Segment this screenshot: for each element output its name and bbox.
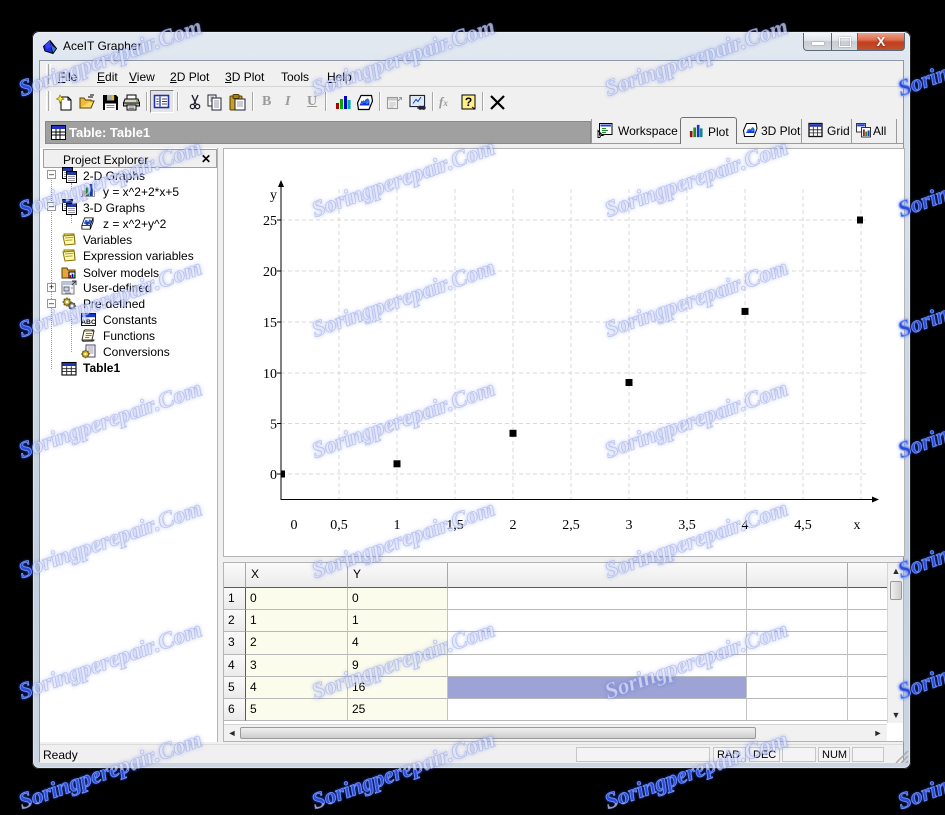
svg-text:2: 2 bbox=[510, 518, 517, 533]
svg-text:1,5: 1,5 bbox=[446, 518, 464, 533]
svg-text:25: 25 bbox=[263, 214, 277, 229]
svg-text:3,5: 3,5 bbox=[678, 518, 696, 533]
svg-text:y: y bbox=[270, 188, 277, 203]
svg-text:0,5: 0,5 bbox=[330, 518, 348, 533]
svg-text:ABC: ABC bbox=[81, 319, 96, 326]
svg-text:x: x bbox=[854, 518, 861, 533]
svg-text:2,5: 2,5 bbox=[562, 518, 580, 533]
svg-text:3: 3 bbox=[626, 518, 633, 533]
svg-text:15: 15 bbox=[263, 316, 277, 331]
svg-text:?: ? bbox=[465, 95, 472, 109]
svg-text:5: 5 bbox=[270, 418, 277, 433]
svg-text:4: 4 bbox=[742, 518, 749, 533]
svg-text:4,5: 4,5 bbox=[794, 518, 812, 533]
svg-text:20: 20 bbox=[263, 265, 277, 280]
svg-text:1: 1 bbox=[394, 518, 401, 533]
svg-text:10: 10 bbox=[263, 367, 277, 382]
svg-text:0: 0 bbox=[270, 468, 277, 483]
svg-text:0: 0 bbox=[291, 518, 298, 533]
